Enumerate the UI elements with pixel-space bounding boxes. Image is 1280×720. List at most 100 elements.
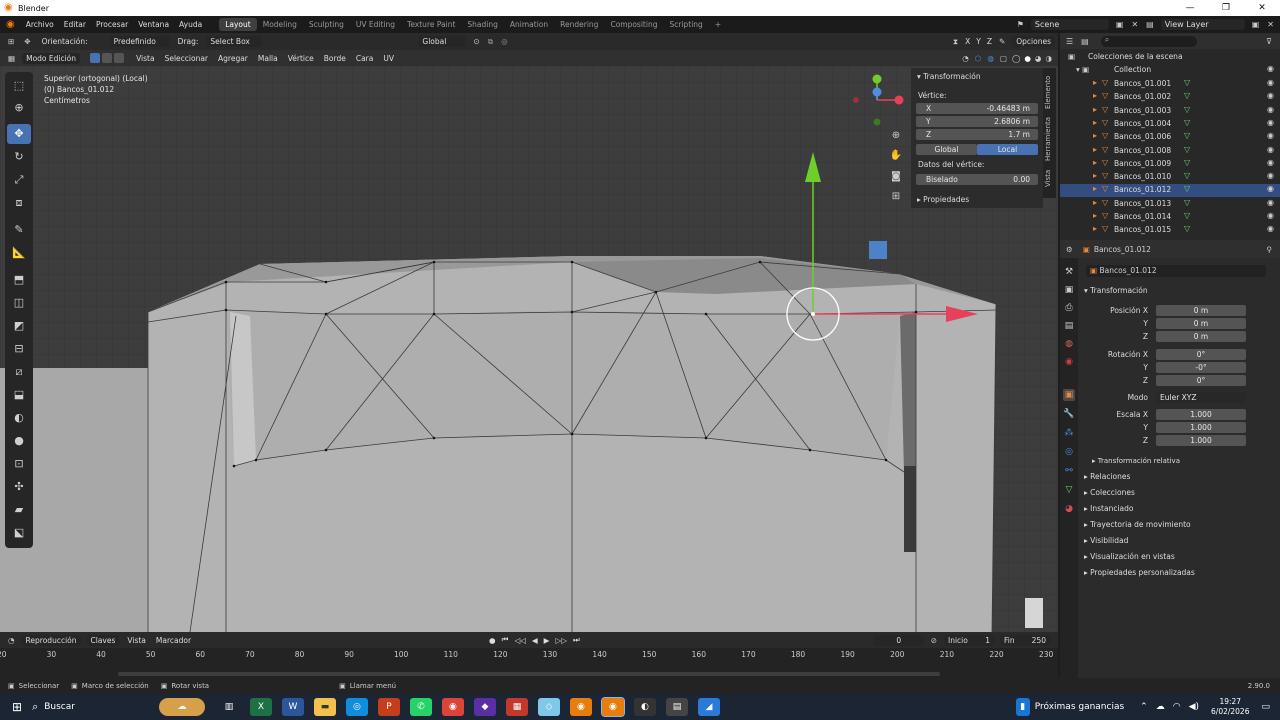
annotate-tool-icon[interactable]: ✎ xyxy=(7,220,31,240)
vertex-z-field[interactable]: Z 1.7 m xyxy=(916,129,1038,140)
word-icon[interactable]: W xyxy=(281,698,304,716)
news-icon[interactable]: ▮ xyxy=(1015,698,1030,716)
outliner-item[interactable]: ▸ ▽ Bancos_01.001 ▽ ◉ xyxy=(1060,78,1280,91)
properties-section-header[interactable]: ▸ Trayectoria de movimiento xyxy=(1084,520,1191,529)
add-workspace-button[interactable]: + xyxy=(709,18,727,31)
mesh-data-props-icon[interactable]: ▽ xyxy=(1063,484,1075,496)
vertex-y-field[interactable]: Y 2.6806 m xyxy=(916,116,1038,127)
spin-tool-icon[interactable]: ◐ xyxy=(7,408,31,428)
play-icon[interactable]: ▶ xyxy=(544,636,550,645)
editor-type-icon[interactable]: ⊞ xyxy=(8,37,14,46)
select-tool-icon[interactable]: ⬚ xyxy=(7,76,31,96)
pivot-icon[interactable]: ⊙ xyxy=(473,37,479,46)
filter-icon[interactable]: ⊽ xyxy=(1266,37,1272,46)
file-explorer-icon[interactable]: ▬ xyxy=(313,698,336,716)
physics-props-icon[interactable]: ◎ xyxy=(1063,446,1075,458)
new-view-layer-icon[interactable]: ▣ xyxy=(1252,20,1260,29)
wifi-icon[interactable]: ◠ xyxy=(1173,702,1181,712)
eye-icon[interactable]: ◉ xyxy=(1267,105,1274,114)
outliner-item[interactable]: ▸ ▽ Bancos_01.009 ▽ ◉ xyxy=(1060,158,1280,171)
delete-scene-icon[interactable]: ✕ xyxy=(1131,20,1138,29)
move-tool-button[interactable]: ✥ xyxy=(7,124,31,144)
mode-dropdown[interactable]: Modo Edición xyxy=(22,52,81,64)
properties-section-header[interactable]: ▸ Visibilidad xyxy=(1084,536,1128,545)
outliner-item[interactable]: ▸ ▽ Bancos_01.008 ▽ ◉ xyxy=(1060,145,1280,158)
tab-item[interactable]: Elemento xyxy=(1044,72,1055,112)
expand-arrow-icon[interactable]: ▸ xyxy=(1093,145,1097,154)
shrink-fatten-tool-icon[interactable]: ✣ xyxy=(7,477,31,497)
transform-orientation-dropdown[interactable]: Global xyxy=(418,36,467,47)
view-layer-selector[interactable]: View Layer xyxy=(1160,19,1245,30)
position-z-field[interactable]: 0 m xyxy=(1156,331,1246,342)
powerpoint-icon[interactable]: P xyxy=(377,698,400,716)
menu-uv[interactable]: UV xyxy=(383,54,394,63)
eye-icon[interactable]: ◉ xyxy=(1267,158,1274,167)
blender-menu-icon[interactable]: ◉ xyxy=(6,19,15,30)
zoom-icon[interactable]: ⊕ xyxy=(889,130,903,144)
tab-modeling[interactable]: Modeling xyxy=(257,18,303,31)
scale-y-field[interactable]: 1.000 xyxy=(1156,422,1246,433)
outliner-item[interactable]: ▸ ▽ Bancos_01.006 ▽ ◉ xyxy=(1060,131,1280,144)
modifier-props-icon[interactable]: 🔧 xyxy=(1063,408,1075,420)
eye-icon[interactable]: ◉ xyxy=(1267,118,1274,127)
tab-uv-editing[interactable]: UV Editing xyxy=(350,18,401,31)
blender-taskbar-icon[interactable]: ◉ xyxy=(569,698,592,716)
menu-edge[interactable]: Borde xyxy=(324,54,346,63)
expand-arrow-icon[interactable]: ▸ xyxy=(1093,158,1097,167)
outliner-search-input[interactable]: ⌕ xyxy=(1100,35,1197,47)
object-name-field[interactable]: ▣ Bancos_01.012 xyxy=(1086,265,1266,277)
delta-transform-header[interactable]: ▸ Transformación relativa xyxy=(1092,457,1180,465)
xray-icon[interactable]: ▢ xyxy=(1000,54,1007,63)
onedrive-icon[interactable]: ☁ xyxy=(1156,702,1165,712)
eye-icon[interactable]: ◉ xyxy=(1267,211,1274,220)
eye-icon[interactable]: ◉ xyxy=(1267,131,1274,140)
cursor-tool-icon[interactable]: ⊕ xyxy=(7,98,31,118)
polybuild-tool-icon[interactable]: ⬓ xyxy=(7,385,31,405)
extrude-tool-icon[interactable]: ⬒ xyxy=(7,270,31,290)
navigation-gizmo[interactable] xyxy=(852,72,912,132)
bevel-weight-field[interactable]: Biselado 0.00 xyxy=(916,174,1038,185)
menu-vertex[interactable]: Vértice xyxy=(288,54,314,63)
outliner-item[interactable]: ▸ ▽ Bancos_01.002 ▽ ◉ xyxy=(1060,91,1280,104)
rotation-y-field[interactable]: -0° xyxy=(1156,362,1246,373)
expand-arrow-icon[interactable]: ▸ xyxy=(1093,224,1097,233)
shear-tool-icon[interactable]: ▰ xyxy=(7,500,31,520)
properties-editor-icon[interactable]: ⚙ xyxy=(1066,245,1073,254)
outliner-item[interactable]: ▸ ▽ Bancos_01.012 ▽ ◉ xyxy=(1060,184,1280,198)
jump-end-icon[interactable]: ⏭ xyxy=(573,635,580,645)
outliner-item[interactable]: ▸ ▽ Bancos_01.014 ▽ ◉ xyxy=(1060,211,1280,224)
pin-icon[interactable]: ⚲ xyxy=(1267,245,1273,254)
outliner-collection[interactable]: ▾ ▣ Collection ◉ xyxy=(1060,64,1280,77)
tab-view[interactable]: Vista xyxy=(1044,166,1055,190)
tab-scripting[interactable]: Scripting xyxy=(663,18,708,31)
outliner-editor-icon[interactable]: ☰ xyxy=(1066,37,1073,46)
visibility-icon[interactable]: ◔ xyxy=(962,54,969,63)
end-frame-field[interactable]: Fin 250 xyxy=(1000,634,1050,646)
eye-icon[interactable]: ◉ xyxy=(1267,224,1274,233)
tool-props-icon[interactable]: ⚒ xyxy=(1063,266,1075,278)
menu-window[interactable]: Ventana xyxy=(133,20,174,29)
app-icon-red[interactable]: ▦ xyxy=(505,698,528,716)
eye-icon[interactable]: ◉ xyxy=(1267,171,1274,180)
overlays-icon[interactable]: ◍ xyxy=(987,54,994,63)
display-mode-icon[interactable]: ▤ xyxy=(1081,37,1089,46)
proportional-edit-icon[interactable]: ◎ xyxy=(501,37,508,46)
shading-rendered-icon[interactable]: ◑ xyxy=(1045,54,1052,63)
tab-texture-paint[interactable]: Texture Paint xyxy=(401,18,461,31)
taskbar-search-label[interactable]: Buscar xyxy=(44,702,75,712)
eye-icon[interactable]: ◉ xyxy=(1267,78,1274,87)
clock[interactable]: 19:27 6/02/2026 xyxy=(1211,697,1249,717)
expand-arrow-icon[interactable]: ▸ xyxy=(1093,91,1097,100)
properties-section-header[interactable]: ▸ Visualización en vistas xyxy=(1084,552,1175,561)
npanel-properties-header[interactable]: ▸ Propiedades xyxy=(917,195,969,204)
options-dropdown[interactable]: Opciones xyxy=(1012,36,1055,47)
app-icon-dark[interactable]: ◐ xyxy=(633,698,656,716)
orientation-dropdown[interactable]: Predefinido xyxy=(109,36,170,47)
eye-icon[interactable]: ◉ xyxy=(1267,64,1274,73)
snap-icon[interactable]: ⧉ xyxy=(488,37,493,47)
menu-render[interactable]: Procesar xyxy=(91,20,133,29)
timeline-editor-icon[interactable]: ◔ xyxy=(8,636,15,645)
next-keyframe-icon[interactable]: ▷▷ xyxy=(555,636,567,645)
menu-view[interactable]: Vista xyxy=(136,54,155,63)
menu-mesh[interactable]: Malla xyxy=(258,54,278,63)
